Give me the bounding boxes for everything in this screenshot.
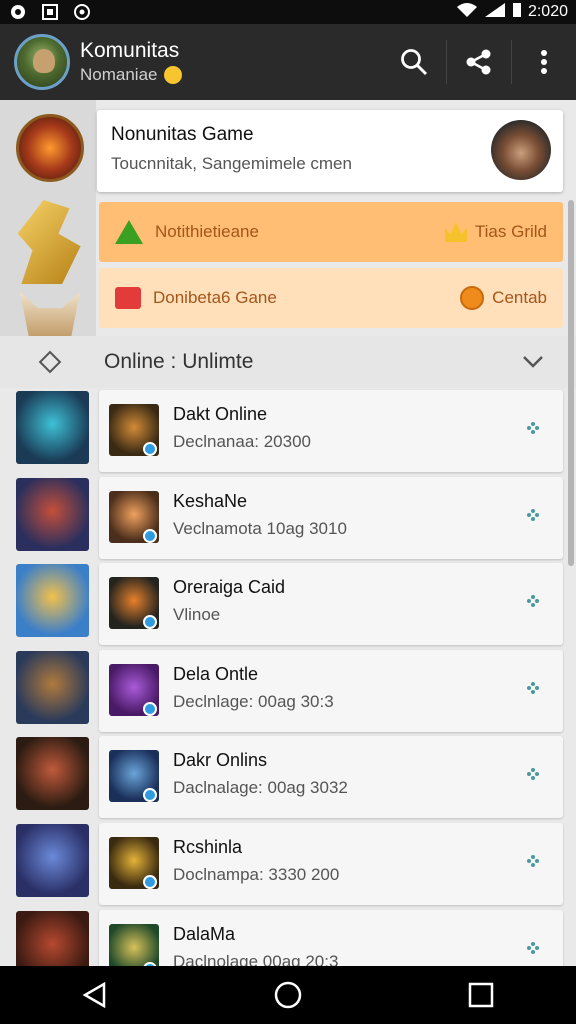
app-subtitle-row: Nomaniae	[80, 65, 382, 85]
list-item[interactable]: Dela Ontle Declnlage: 00ag 30:3	[0, 648, 576, 735]
game-thumbnail[interactable]	[16, 910, 89, 966]
featured-game-subtitle: Toucnnitak, Sangemimele cmen	[111, 154, 352, 173]
app-titles: Komunitas Nomaniae	[80, 39, 382, 85]
list-item[interactable]: KeshaNe Veclnamota 10ag 3010	[0, 475, 576, 562]
donation-label: Donibeta6 Gane	[153, 288, 277, 307]
game-thumbnail[interactable]	[16, 391, 89, 464]
more-options-icon[interactable]	[525, 593, 541, 609]
more-options-icon[interactable]	[525, 940, 541, 956]
app-bar: Komunitas Nomaniae	[0, 24, 576, 100]
game-thumbnail[interactable]	[16, 737, 89, 811]
diamond-icon	[38, 350, 62, 374]
section-title: Online : Unlimte	[104, 350, 254, 373]
share-icon	[466, 49, 491, 75]
list-item-name: KeshaNe	[173, 490, 248, 511]
game-thumbnail[interactable]	[16, 477, 89, 551]
smiley-icon	[163, 66, 182, 84]
overflow-menu-button[interactable]	[512, 24, 576, 100]
list-item-meta: Declnlage: 00ag 30:3	[173, 691, 334, 711]
list-item[interactable]: DalaMa Daclnolage 00ag 20:3	[0, 908, 576, 966]
more-vert-icon	[541, 50, 547, 74]
featured-emblems	[0, 100, 96, 338]
notification-banner[interactable]: Notithietieane Tias Grild	[99, 202, 563, 262]
status-bar: 2:020	[0, 0, 576, 24]
verified-badge-icon	[143, 442, 157, 456]
featured-user-avatar[interactable]	[491, 120, 551, 180]
list-item-name: Rcshinla	[173, 836, 243, 857]
sync-notification-icon	[72, 4, 92, 20]
fire-orb-emblem[interactable]	[16, 114, 84, 182]
game-thumbnail[interactable]	[16, 650, 89, 724]
verified-badge-icon	[143, 701, 157, 716]
crown-icon	[444, 222, 467, 242]
app-subtitle: Nomaniae	[80, 65, 158, 84]
list-item-card[interactable]: Dakr Onlins Daclnalage: 00ag 3032	[99, 736, 563, 819]
online-game-list[interactable]: Dakt Online Declnanaa: 20300 KeshaNe Veclna…	[0, 388, 576, 966]
list-item[interactable]: Dakr Onlins Daclnalage: 00ag 3032	[0, 734, 576, 821]
scrollbar[interactable]	[568, 200, 574, 566]
checkbox-icon	[115, 287, 141, 309]
more-options-icon[interactable]	[525, 507, 541, 523]
game-thumbnail[interactable]	[16, 564, 89, 638]
featured-game-title: Nonunitas Game	[111, 124, 254, 145]
app-title: Komunitas	[80, 39, 180, 62]
list-item-card[interactable]: Oreraiga Caid Vlinoe	[99, 563, 563, 646]
warning-icon	[115, 220, 143, 244]
fox-emblem[interactable]	[20, 292, 80, 338]
status-time: 2:020	[527, 3, 568, 20]
list-item-name: Dakr Onlins	[173, 750, 268, 771]
list-item-meta: Daclnolage 00ag 20:3	[173, 951, 339, 966]
list-item-meta: Veclnamota 10ag 3010	[173, 518, 347, 538]
wifi-icon	[456, 2, 478, 22]
more-options-icon[interactable]	[525, 680, 541, 696]
verified-badge-icon	[143, 528, 157, 543]
chevron-down-icon[interactable]	[522, 355, 544, 369]
gallery-notification-icon	[40, 4, 60, 20]
list-item-card[interactable]: KeshaNe Veclnamota 10ag 3010	[99, 476, 563, 559]
list-item-name: Oreraiga Caid	[173, 577, 286, 598]
list-item-card[interactable]: DalaMa Daclnolage 00ag 20:3	[99, 909, 563, 966]
user-thumbnail[interactable]	[109, 923, 159, 966]
list-item[interactable]: Rcshinla Doclnampa: 3330 200	[0, 821, 576, 908]
signal-icon	[484, 2, 506, 22]
community-avatar[interactable]	[14, 34, 70, 90]
donation-right-label: Centab	[492, 288, 547, 307]
notification-right-label: Tias Grild	[474, 222, 547, 241]
list-item[interactable]: Dakt Online Declnanaa: 20300	[0, 388, 576, 475]
game-thumbnail[interactable]	[16, 823, 89, 897]
more-options-icon[interactable]	[525, 766, 541, 782]
list-item-name: Dakt Online	[173, 404, 268, 424]
share-button[interactable]	[447, 24, 511, 100]
recents-icon[interactable]	[468, 982, 494, 1008]
clock-icon	[460, 286, 485, 310]
search-icon	[401, 49, 428, 76]
list-item-meta: Declnanaa: 20300	[173, 432, 312, 451]
list-item-name: Dela Ontle	[173, 663, 259, 684]
list-item-meta: Vlinoe	[173, 605, 221, 625]
list-item-meta: Daclnalage: 00ag 3032	[173, 778, 348, 798]
search-button[interactable]	[382, 24, 446, 100]
verified-badge-icon	[143, 874, 157, 889]
more-options-icon[interactable]	[525, 853, 541, 869]
online-section-header[interactable]: Online : Unlimte	[0, 336, 576, 388]
navigation-bar	[0, 966, 576, 1024]
gold-warrior-emblem[interactable]	[17, 200, 81, 284]
home-icon[interactable]	[273, 980, 303, 1010]
list-item[interactable]: Oreraiga Caid Vlinoe	[0, 561, 576, 648]
more-options-icon[interactable]	[525, 420, 541, 436]
app-notification-icon	[8, 4, 28, 20]
list-item-card[interactable]: Rcshinla Doclnampa: 3330 200	[99, 822, 563, 905]
list-item-card[interactable]: Dakt Online Declnanaa: 20300	[99, 390, 563, 472]
battery-icon	[512, 2, 522, 22]
notification-label: Notithietieane	[155, 222, 259, 241]
list-item-card[interactable]: Dela Ontle Declnlage: 00ag 30:3	[99, 649, 563, 732]
back-icon[interactable]	[82, 982, 108, 1008]
donation-banner[interactable]: Donibeta6 Gane Centab	[99, 268, 563, 328]
list-item-meta: Doclnampa: 3330 200	[173, 864, 340, 884]
list-item-name: DalaMa	[173, 923, 236, 944]
featured-game-card[interactable]: Nonunitas Game Toucnnitak, Sangemimele c…	[97, 110, 563, 192]
